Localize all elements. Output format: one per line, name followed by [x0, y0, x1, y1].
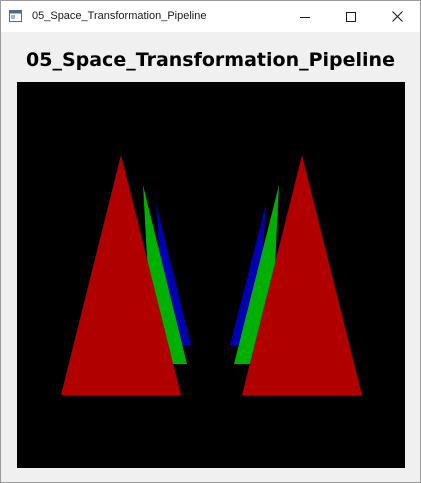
- render-canvas: [61, 155, 362, 395]
- maximize-button[interactable]: [328, 1, 374, 32]
- render-viewport[interactable]: [17, 82, 405, 468]
- app-icon: [9, 10, 22, 22]
- minimize-button[interactable]: [282, 1, 328, 32]
- app-window: 05_Space_Transformation_Pipeline 05_Spac…: [0, 0, 421, 483]
- minimize-icon: [300, 16, 310, 18]
- maximize-icon: [346, 11, 356, 22]
- close-icon: [391, 11, 403, 22]
- title-bar[interactable]: 05_Space_Transformation_Pipeline: [1, 1, 420, 32]
- page-title: 05_Space_Transformation_Pipeline: [26, 49, 395, 71]
- window-title: 05_Space_Transformation_Pipeline: [32, 10, 207, 22]
- client-area: 05_Space_Transformation_Pipeline: [1, 32, 420, 482]
- close-button[interactable]: [374, 1, 420, 32]
